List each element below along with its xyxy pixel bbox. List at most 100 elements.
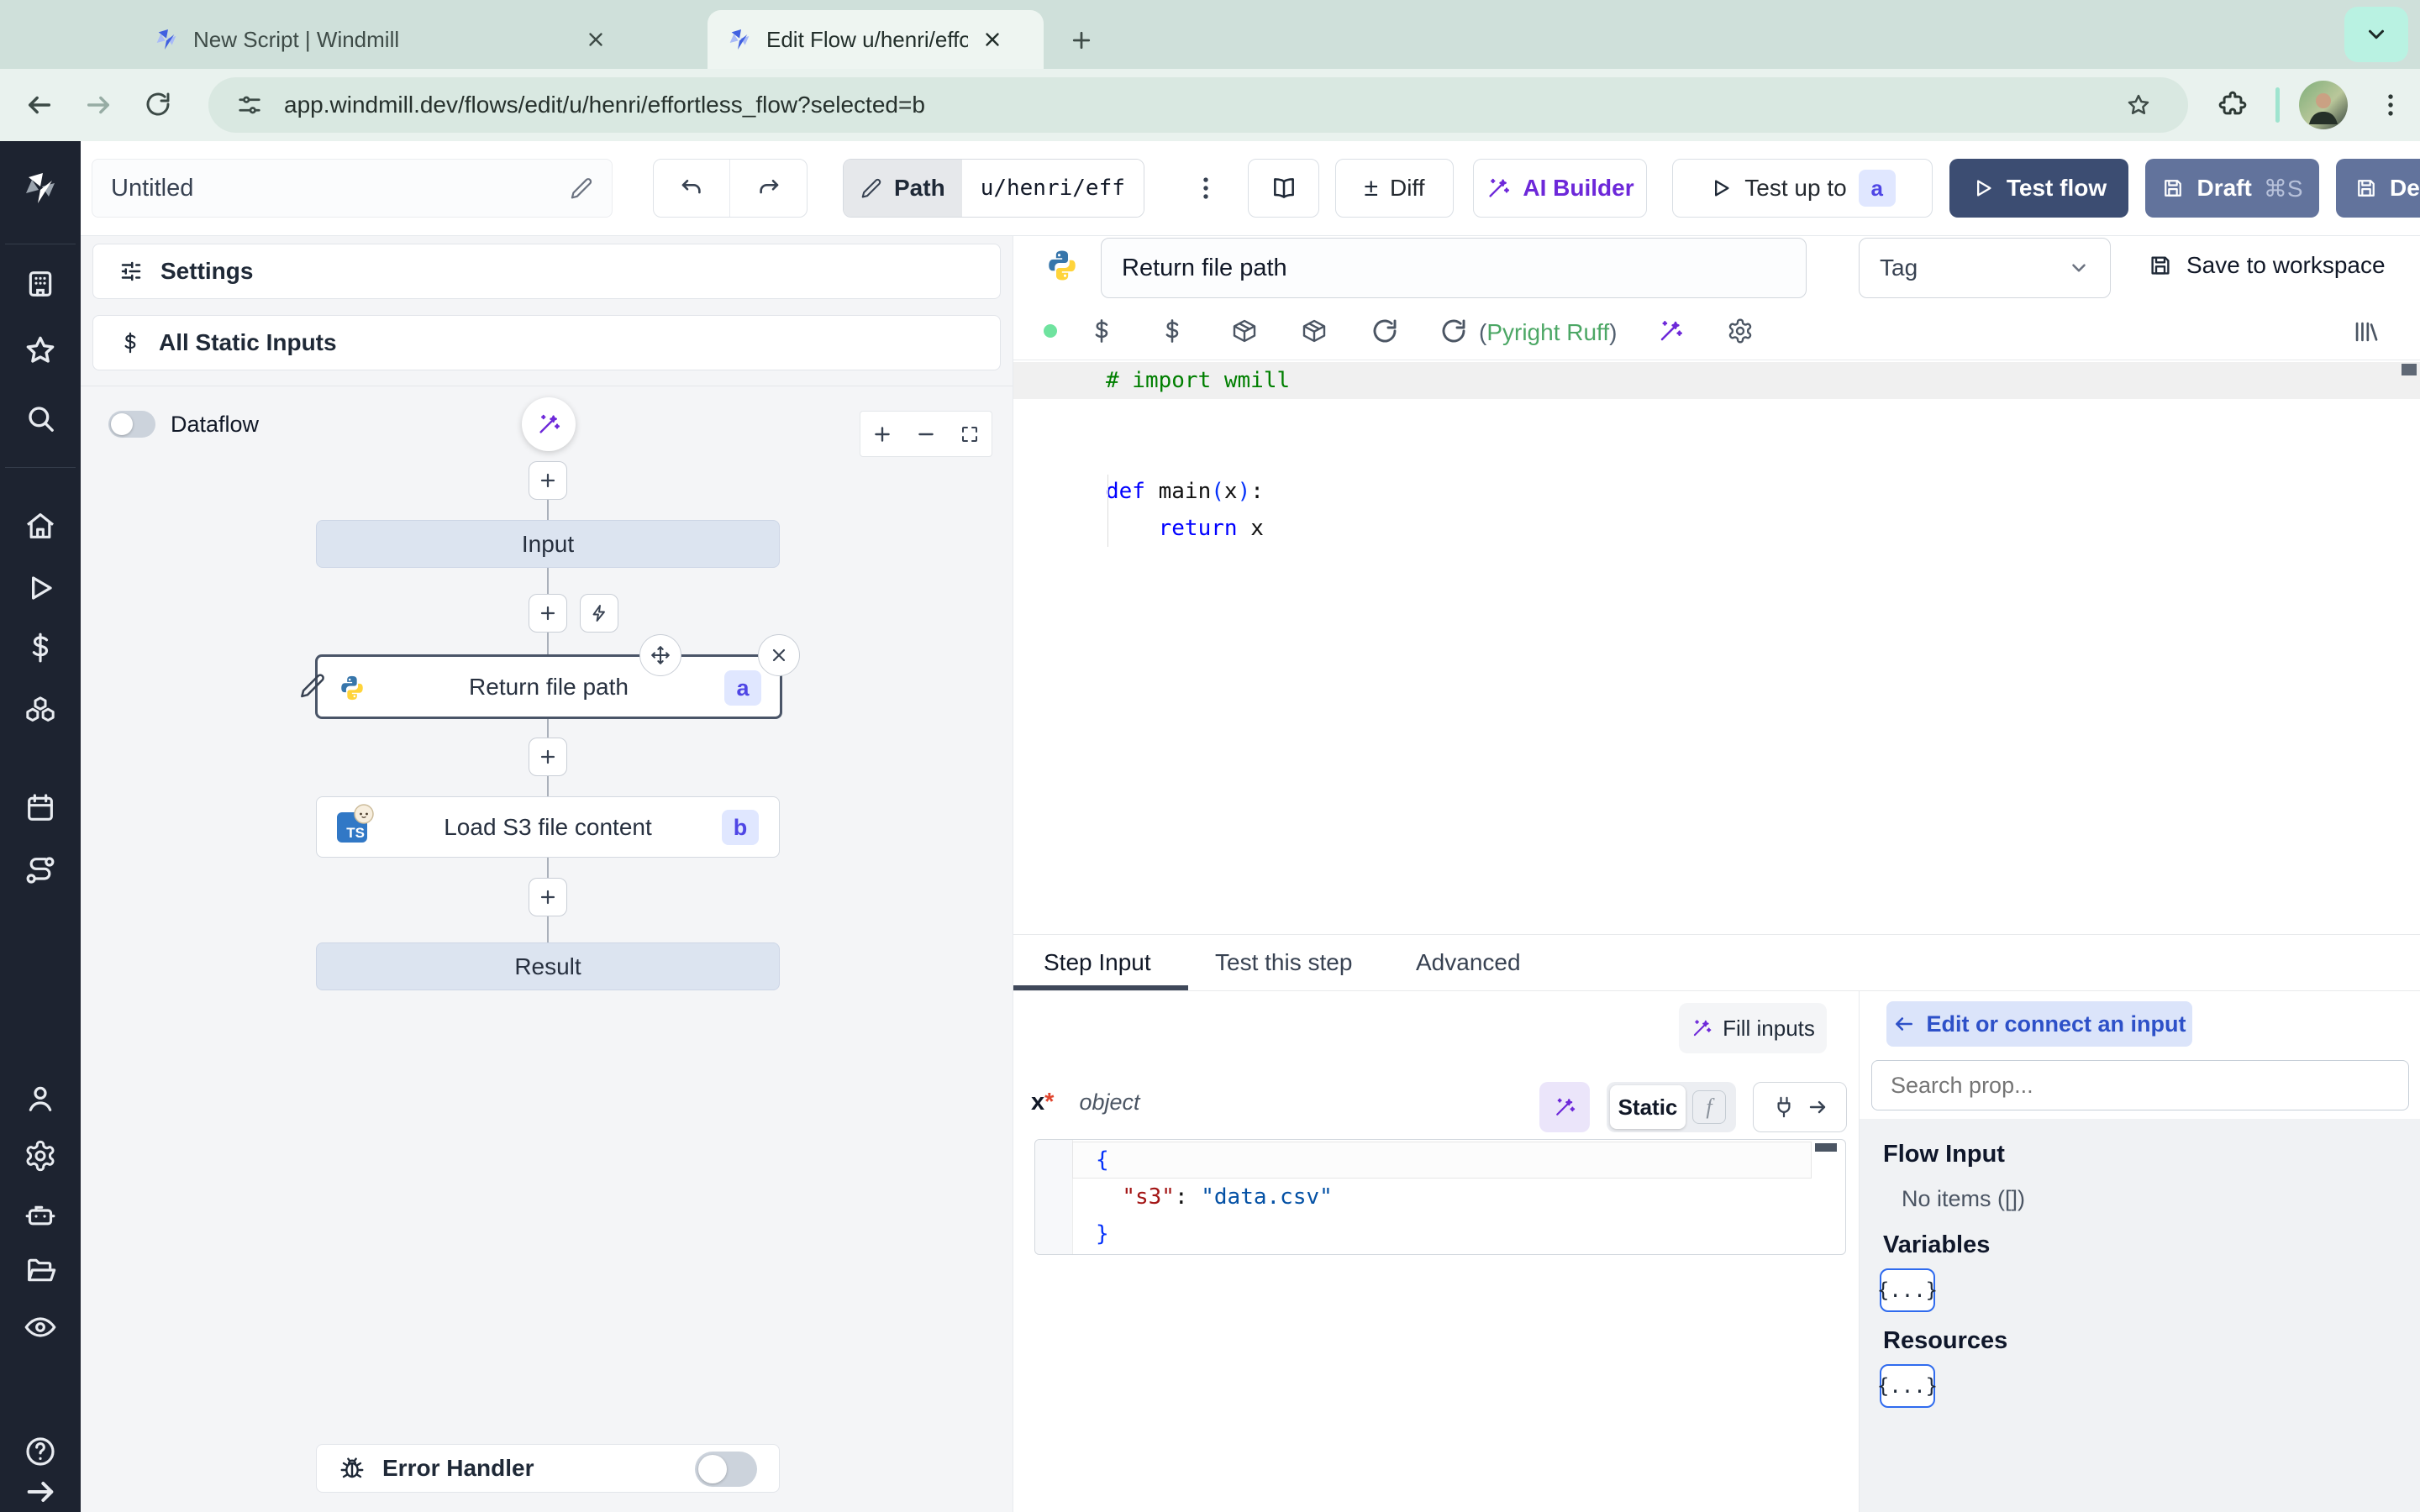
close-icon (769, 645, 789, 665)
tag-select[interactable]: Tag (1859, 238, 2111, 298)
diff-button[interactable]: ± Diff (1335, 159, 1454, 218)
tab-step-input[interactable]: Step Input (1044, 949, 1151, 976)
step-node-b[interactable]: TS Load S3 file content b (316, 796, 780, 858)
move-step-handle[interactable] (639, 634, 681, 676)
error-handler-toggle[interactable] (695, 1452, 757, 1487)
result-node[interactable]: Result (316, 942, 780, 990)
path-group[interactable]: Path u/henri/eff (843, 159, 1144, 218)
trigger-button[interactable] (580, 594, 618, 633)
javascript-expr-mode-button[interactable]: f (1692, 1090, 1726, 1124)
zoom-fit-button[interactable] (948, 424, 992, 444)
ai-builder-button[interactable]: AI Builder (1473, 159, 1647, 218)
settings-row[interactable]: Settings (92, 244, 1001, 299)
arg-required-asterisk: * (1044, 1089, 1055, 1116)
minimap-scroll-marker[interactable] (2402, 364, 2417, 375)
more-options-kebab-icon[interactable] (1192, 174, 1220, 202)
extensions-puzzle-icon[interactable] (2218, 91, 2247, 119)
tune-icon[interactable] (237, 92, 262, 118)
path-value-field[interactable]: u/henri/eff (961, 160, 1144, 217)
help-icon[interactable] (24, 1435, 57, 1468)
schedules-calendar-icon[interactable] (24, 791, 57, 825)
tab-advanced[interactable]: Advanced (1416, 949, 1521, 976)
library-icon[interactable] (2351, 318, 2380, 346)
screen: New Script | Windmill Edit Flow u/henri/… (0, 0, 2420, 1512)
edit-or-connect-pill[interactable]: Edit or connect an input (1886, 1001, 2192, 1047)
browser-menu-kebab-icon[interactable] (2376, 91, 2405, 119)
runs-play-icon[interactable] (24, 571, 57, 605)
flow-name: Untitled (111, 174, 194, 202)
browser-tab-active[interactable]: Edit Flow u/henri/effortless_fl (708, 10, 1044, 69)
docs-book-button[interactable] (1248, 159, 1319, 218)
expand-arrow-icon[interactable] (24, 1475, 57, 1509)
fill-inputs-button[interactable]: Fill inputs (1679, 1003, 1827, 1053)
delete-step-button[interactable] (758, 634, 800, 676)
ai-fill-arg-button[interactable] (1539, 1082, 1590, 1132)
package-icon[interactable] (1231, 318, 1258, 344)
workers-robot-icon[interactable] (24, 1198, 57, 1231)
wand-icon[interactable] (1657, 318, 1684, 344)
refresh-icon[interactable] (1371, 318, 1398, 344)
refresh-icon[interactable] (1440, 318, 1467, 344)
static-mode-button[interactable]: Static (1610, 1085, 1686, 1129)
forward-icon[interactable] (84, 91, 113, 119)
avatar[interactable] (2299, 81, 2348, 129)
windmill-logo[interactable] (20, 168, 60, 208)
step-name-input[interactable]: Return file path (1101, 238, 1807, 298)
json-scroll-marker[interactable] (1815, 1143, 1837, 1152)
user-icon[interactable] (24, 1082, 57, 1116)
zoom-out-button[interactable] (904, 423, 948, 445)
input-node[interactable]: Input (316, 520, 780, 568)
error-handler-row[interactable]: Error Handler (316, 1444, 780, 1493)
step-node-a-selected[interactable]: Return file path a (315, 654, 782, 719)
bookmark-star-icon[interactable] (2126, 92, 2151, 118)
code-editor[interactable]: # import wmill def main(x): return x (1013, 360, 2420, 933)
draft-button[interactable]: Draft ⌘S (2145, 159, 2319, 218)
tab-search-button[interactable] (2344, 7, 2408, 62)
redo-button[interactable] (730, 160, 807, 217)
settings-gear-icon[interactable] (24, 1139, 57, 1173)
connect-input-button[interactable] (1753, 1082, 1847, 1132)
search-icon[interactable] (24, 402, 57, 435)
dollar-icon[interactable] (1159, 318, 1186, 344)
favorites-star-icon[interactable] (24, 333, 57, 367)
search-prop-input[interactable] (1871, 1060, 2409, 1110)
json-arg-editor[interactable]: { "s3": "data.csv"} (1034, 1139, 1846, 1255)
workspace-icon[interactable] (24, 267, 57, 301)
ai-flow-button[interactable] (522, 397, 576, 451)
zoom-in-button[interactable] (860, 423, 904, 445)
back-icon[interactable] (25, 91, 54, 119)
close-icon[interactable] (981, 29, 1003, 50)
test-up-to-button[interactable]: Test up to a (1672, 159, 1933, 218)
audit-eye-icon[interactable] (24, 1310, 57, 1344)
dataflow-toggle[interactable] (108, 411, 155, 438)
save-to-workspace-button[interactable]: Save to workspace (2148, 252, 2386, 279)
insert-step-button[interactable] (529, 461, 567, 500)
gear-icon[interactable] (1727, 318, 1754, 344)
insert-step-button[interactable] (529, 738, 567, 776)
deploy-button[interactable]: Deploy (2336, 159, 2420, 218)
test-flow-button[interactable]: Test flow (1949, 159, 2128, 218)
package-icon[interactable] (1301, 318, 1328, 344)
variables-dollar-icon[interactable] (24, 631, 57, 664)
resources-braces-button[interactable]: {...} (1877, 1364, 1938, 1408)
dollar-icon[interactable] (1088, 318, 1115, 344)
variables-braces-button[interactable]: {...} (1877, 1268, 1938, 1312)
pencil-icon[interactable] (570, 176, 593, 200)
resources-boxes-icon[interactable] (24, 693, 57, 727)
undo-button[interactable] (654, 160, 730, 217)
new-tab-icon[interactable] (1069, 28, 1094, 53)
test-up-to-label: Test up to (1744, 175, 1847, 201)
insert-step-button[interactable] (529, 594, 567, 633)
flows-route-icon[interactable] (24, 853, 57, 887)
insert-step-button[interactable] (529, 878, 567, 916)
home-icon[interactable] (24, 509, 57, 543)
address-bar[interactable]: app.windmill.dev/flows/edit/u/henri/effo… (208, 77, 2188, 133)
folders-icon[interactable] (24, 1253, 57, 1287)
tab-test-this-step[interactable]: Test this step (1215, 949, 1352, 976)
edit-step-pencil-icon[interactable] (299, 672, 326, 699)
all-static-inputs-row[interactable]: All Static Inputs (92, 315, 1001, 370)
reload-icon[interactable] (145, 91, 171, 118)
close-icon[interactable] (585, 29, 607, 50)
browser-tab-inactive[interactable]: New Script | Windmill (134, 10, 681, 69)
flow-name-field[interactable]: Untitled (92, 159, 613, 218)
